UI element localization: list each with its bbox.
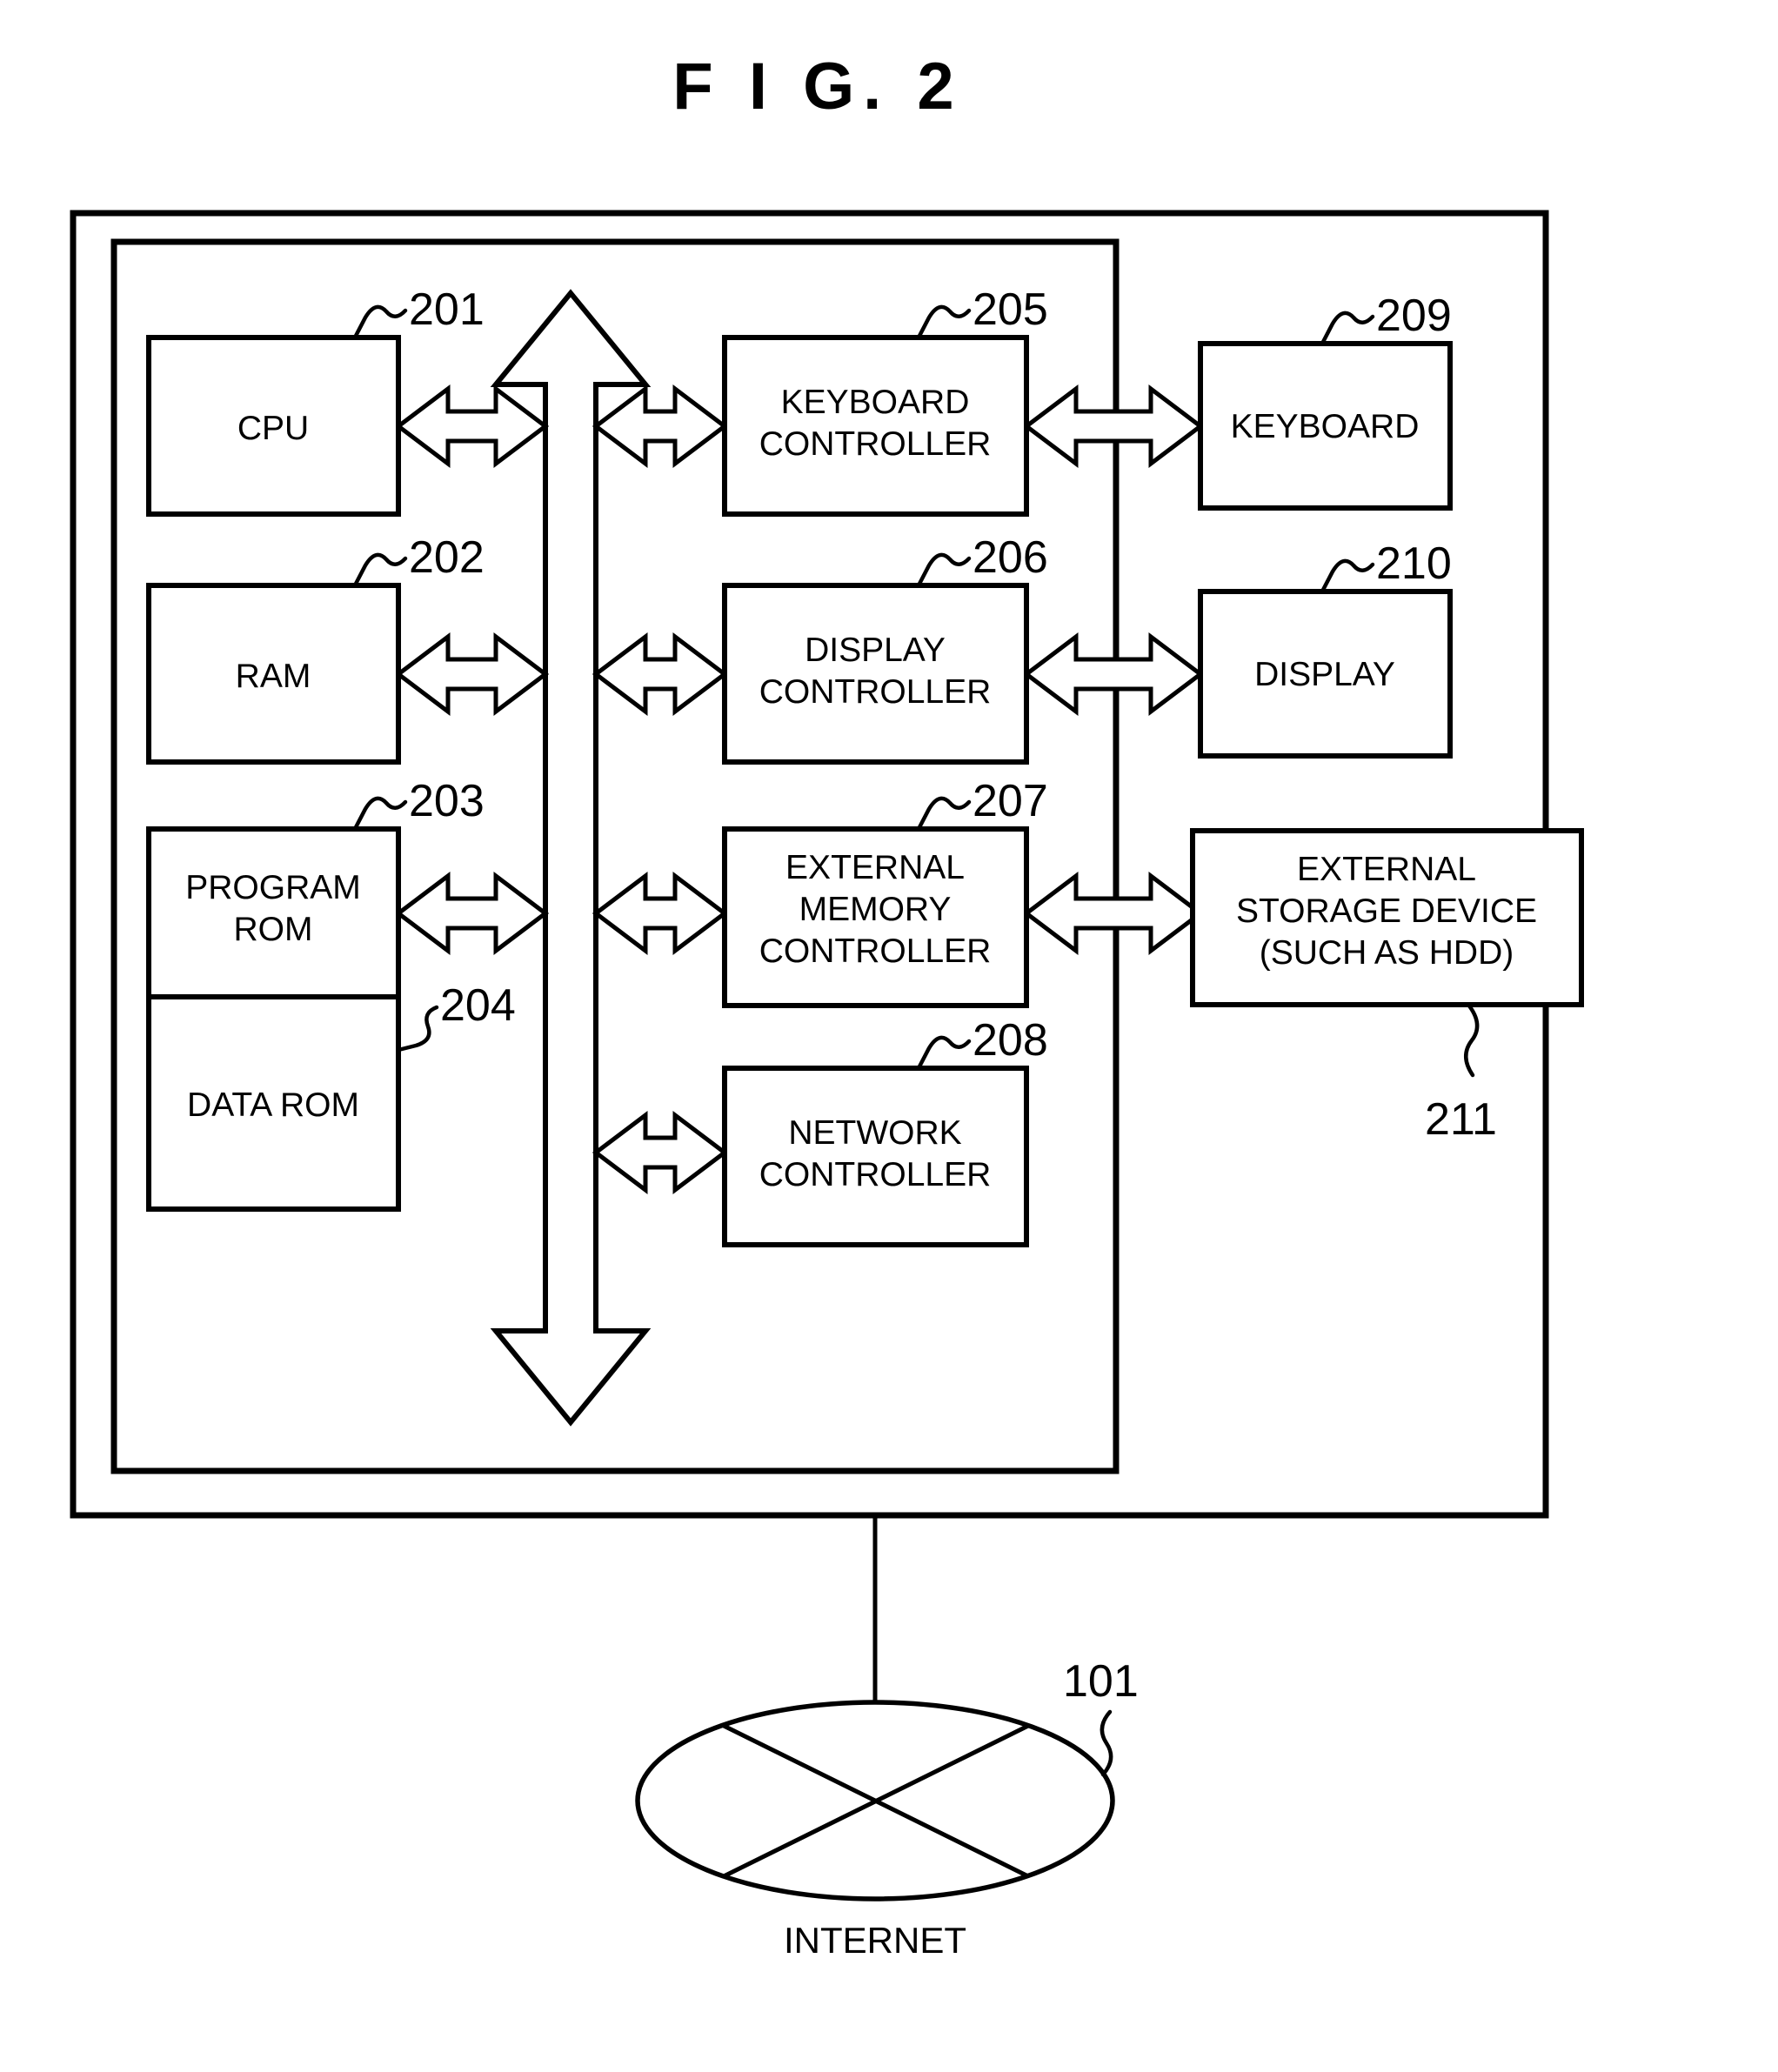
block-external-memory-controller-label-line1: EXTERNAL	[785, 849, 965, 886]
ref-callout-210: 210	[1320, 538, 1452, 594]
arrow-bus-network-controller	[592, 1110, 729, 1195]
internet-cloud	[635, 1700, 1115, 1902]
arrow-cpu-bus	[394, 384, 550, 469]
ref-number-201: 201	[409, 284, 485, 335]
ref-callout-211: 211	[1425, 1002, 1497, 1145]
ref-callout-209: 209	[1320, 291, 1452, 346]
block-display-label: DISPLAY	[1254, 656, 1395, 693]
block-external-memory-controller-label-line3: CONTROLLER	[759, 932, 992, 970]
block-cpu-label: CPU	[237, 410, 309, 447]
ref-number-210: 210	[1376, 538, 1452, 589]
block-ram-label: RAM	[236, 658, 311, 695]
block-program-rom-label-line1: PROGRAM	[185, 869, 361, 906]
ref-number-204: 204	[440, 980, 516, 1031]
ref-number-208: 208	[973, 1015, 1048, 1066]
ref-number-206: 206	[973, 532, 1048, 583]
block-external-storage-label-line1: EXTERNAL	[1297, 851, 1476, 888]
ref-callout-205: 205	[916, 284, 1048, 340]
ref-number-207: 207	[973, 776, 1048, 826]
figure-2-diagram: F I G. 2 CPU RAM PROGRAM ROM DATA ROM KE…	[0, 0, 1778, 2072]
figure-title: F I G. 2	[672, 50, 962, 124]
block-network-controller-label-line1: NETWORK	[788, 1114, 961, 1152]
ref-number-205: 205	[973, 284, 1048, 335]
ref-callout-208: 208	[916, 1015, 1048, 1071]
ref-callout-204: 204	[396, 980, 516, 1053]
block-keyboard-controller-label-line2: CONTROLLER	[759, 425, 992, 463]
ref-number-101: 101	[1063, 1656, 1139, 1707]
block-keyboard-controller-label-line1: KEYBOARD	[781, 384, 970, 421]
ref-callout-202: 202	[352, 532, 485, 588]
block-data-rom-label: DATA ROM	[187, 1086, 359, 1124]
ref-callout-203: 203	[352, 776, 485, 832]
ref-callout-206: 206	[916, 532, 1048, 588]
ref-callout-201: 201	[352, 284, 485, 340]
arrow-program-rom-bus	[394, 871, 550, 956]
internet-label: INTERNET	[784, 1920, 966, 1961]
block-external-storage-label-line2: STORAGE DEVICE	[1236, 892, 1537, 930]
ref-number-203: 203	[409, 776, 485, 826]
block-display-controller-label-line2: CONTROLLER	[759, 673, 992, 711]
arrow-bus-keyboard-controller	[592, 384, 729, 469]
ref-callout-207: 207	[916, 776, 1048, 832]
arrow-ram-bus	[394, 632, 550, 717]
system-bus-arrow	[490, 289, 652, 1427]
arrow-bus-display-controller	[592, 632, 729, 717]
block-program-rom-label-line2: ROM	[234, 911, 313, 948]
ref-number-209: 209	[1376, 291, 1452, 341]
ref-number-202: 202	[409, 532, 485, 583]
block-external-storage-label-line3: (SUCH AS HDD)	[1260, 934, 1514, 972]
ref-number-211: 211	[1425, 1094, 1497, 1145]
block-external-memory-controller-label-line2: MEMORY	[799, 891, 952, 928]
arrow-bus-external-memory-controller	[592, 871, 729, 956]
block-network-controller-label-line2: CONTROLLER	[759, 1156, 992, 1193]
block-diagram-canvas: F I G. 2 CPU RAM PROGRAM ROM DATA ROM KE…	[70, 50, 1584, 1961]
block-display-controller-label-line1: DISPLAY	[805, 632, 946, 669]
block-keyboard-label: KEYBOARD	[1231, 408, 1420, 445]
